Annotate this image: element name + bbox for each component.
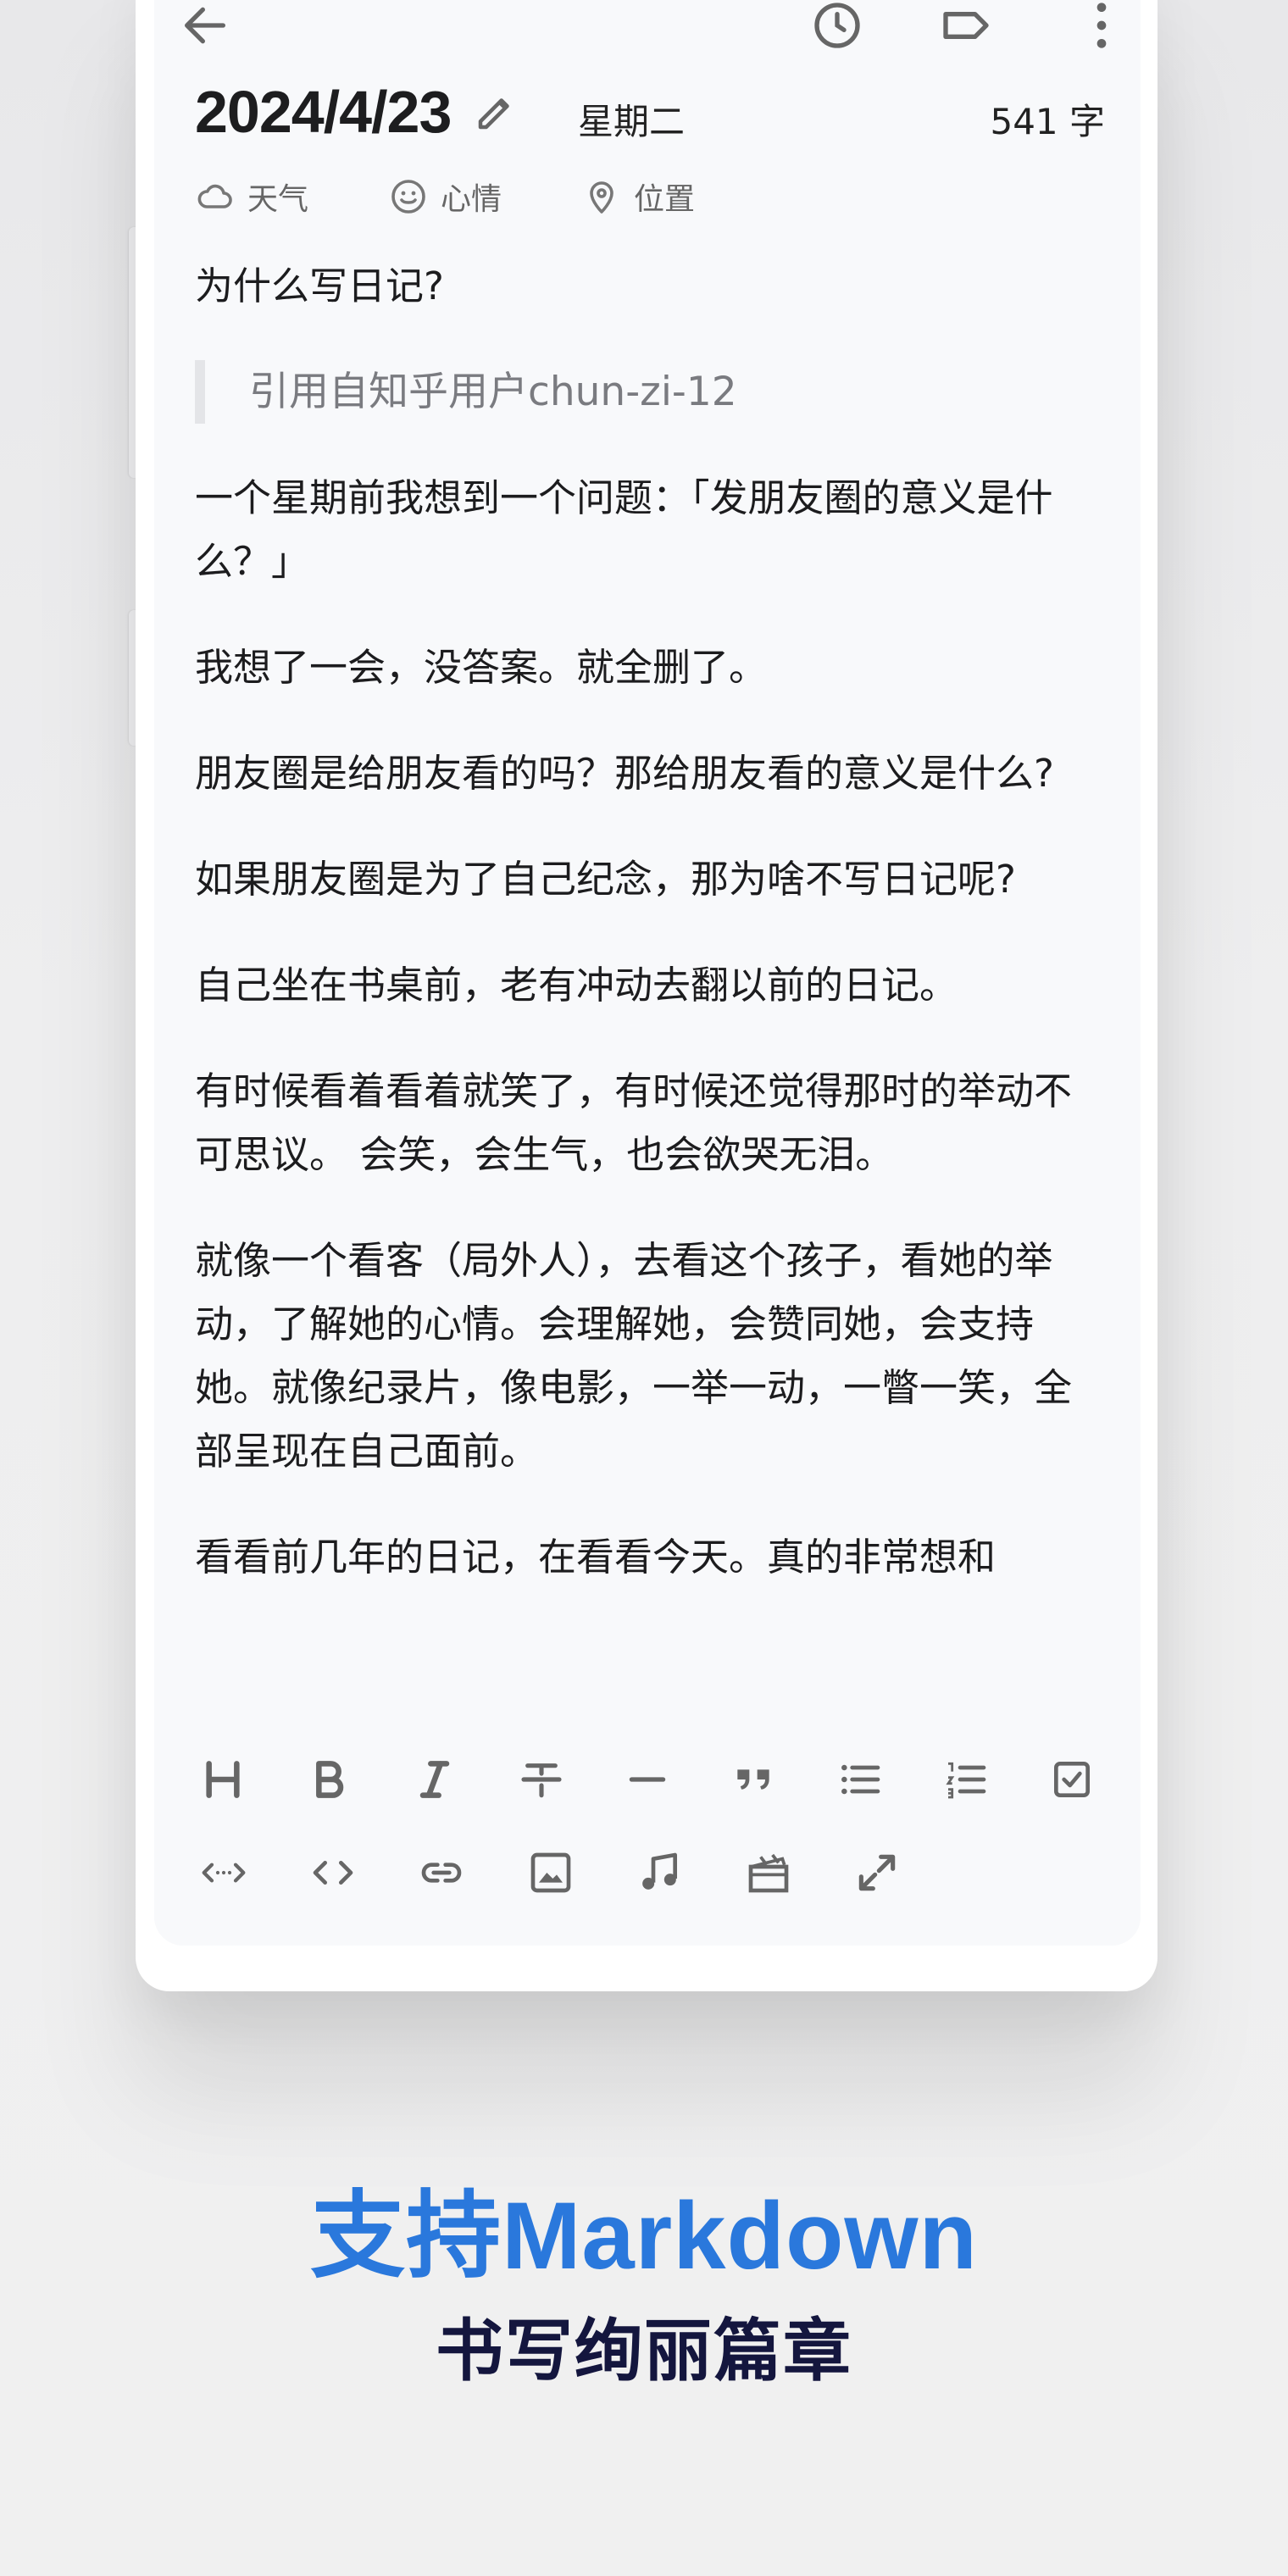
entry-meta-row: 天气 心情 位置 <box>195 171 774 222</box>
strikethrough-icon[interactable] <box>488 1737 594 1822</box>
heading-icon[interactable] <box>169 1737 275 1822</box>
weather-label: 天气 <box>247 182 309 217</box>
weather-selector[interactable]: 天气 <box>195 175 308 219</box>
numbered-list-icon[interactable] <box>913 1737 1019 1822</box>
bullet-list-icon[interactable] <box>807 1737 913 1822</box>
mood-label: 心情 <box>441 182 502 217</box>
weekday-label: 星期二 <box>578 101 686 142</box>
markdown-toolbar <box>154 1737 1141 1946</box>
back-arrow-icon[interactable] <box>178 0 232 53</box>
blockquote: 引用自知乎用户chun-zi-12 <box>195 360 1102 424</box>
paragraph: 就像一个看客（局外人），去看这个孩子，看她的举动，了解她的心情。会理解她，会赞同… <box>195 1238 1073 1474</box>
inline-code-icon[interactable] <box>169 1830 279 1915</box>
word-count: 541 字 <box>990 101 1105 142</box>
diary-editor-screen: 2024/4/23 星期二 541 字 天气 心情 位置 为什么写日记? 引用自… <box>154 0 1141 1946</box>
bold-icon[interactable] <box>275 1737 381 1822</box>
history-clock-icon[interactable] <box>810 0 864 53</box>
diary-text-editor[interactable]: 为什么写日记? 引用自知乎用户chun-zi-12 一个星期前我想到一个问题：「… <box>195 254 1102 1631</box>
toolbar-row-formatting <box>169 1737 1125 1822</box>
paragraph: 我想了一会，没答案。就全删了。 <box>195 645 768 690</box>
link-icon[interactable] <box>387 1830 497 1915</box>
quote-icon[interactable] <box>701 1737 807 1822</box>
horizontal-rule-icon[interactable] <box>594 1737 700 1822</box>
entry-date[interactable]: 2024/4/23 <box>195 78 452 146</box>
paragraph: 看看前几年的日记，在看看今天。真的非常想和 <box>195 1535 997 1579</box>
checkbox-icon[interactable] <box>1019 1737 1125 1822</box>
top-app-bar <box>154 0 1141 68</box>
promo-headline: 支持Markdown <box>310 2183 978 2289</box>
code-block-icon[interactable] <box>279 1830 388 1915</box>
paragraph: 朋友圈是给朋友看的吗？那给朋友看的意义是什么? <box>195 751 1054 796</box>
video-clapper-icon[interactable] <box>714 1830 824 1915</box>
italic-icon[interactable] <box>382 1737 488 1822</box>
location-label: 位置 <box>634 182 696 217</box>
expand-icon[interactable] <box>823 1830 932 1915</box>
location-pin-icon <box>581 176 622 217</box>
paragraph: 一个星期前我想到一个问题：「发朋友圈的意义是什么？」 <box>195 475 1053 584</box>
mood-selector[interactable]: 心情 <box>388 175 502 219</box>
toolbar-row-insert <box>169 1830 1125 1915</box>
content-heading: 为什么写日记? <box>195 264 444 308</box>
paragraph: 有时候看着看着就笑了，有时候还觉得那时的举动不可思议。 会笑，会生气，也会欲哭无… <box>195 1069 1073 1177</box>
paragraph: 自己坐在书桌前，老有冲动去翻以前的日记。 <box>195 963 958 1008</box>
paragraph: 如果朋友圈是为了自己纪念，那为啥不写日记呢? <box>195 857 1016 902</box>
music-icon[interactable] <box>605 1830 714 1915</box>
smile-icon <box>388 176 429 217</box>
cloud-icon <box>195 176 236 217</box>
more-vertical-icon[interactable] <box>1074 0 1129 53</box>
tag-icon[interactable] <box>939 0 993 53</box>
promo-subline: 书写绚丽篇章 <box>436 2313 852 2389</box>
image-icon[interactable] <box>497 1830 606 1915</box>
location-selector[interactable]: 位置 <box>581 175 695 219</box>
edit-date-icon[interactable] <box>473 89 519 135</box>
